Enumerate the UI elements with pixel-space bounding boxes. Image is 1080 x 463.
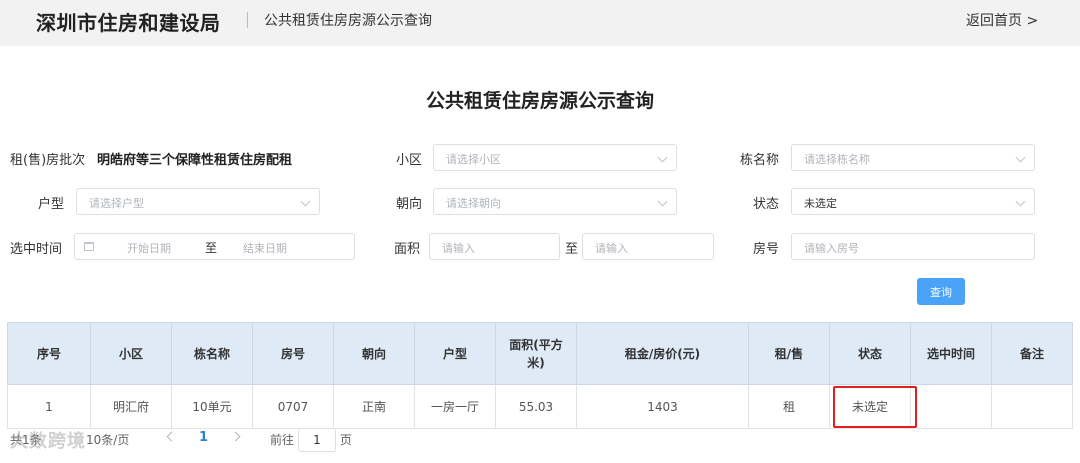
table-cell: 明汇府 — [90, 384, 172, 429]
community-label: 小区 — [396, 153, 423, 168]
column-header: 朝向 — [333, 322, 415, 385]
table-cell: 1403 — [576, 384, 749, 429]
room-no-placeholder: 请输入房号 — [804, 242, 859, 255]
header-divider — [247, 12, 248, 28]
query-button[interactable]: 查询 — [917, 278, 965, 305]
column-header: 备注 — [991, 322, 1073, 385]
table-cell: 55.03 — [495, 384, 577, 429]
table-cell: 租 — [748, 384, 830, 429]
area-max-placeholder: 请输入 — [595, 242, 628, 255]
column-header: 户型 — [414, 322, 496, 385]
orientation-select[interactable]: 请选择朝向 — [433, 188, 677, 215]
column-header: 序号 — [7, 322, 91, 385]
status-cell: 未选定 — [829, 384, 911, 429]
orientation-placeholder: 请选择朝向 — [446, 197, 501, 210]
chevron-left-icon[interactable] — [166, 431, 177, 442]
chevron-down-icon — [1015, 152, 1026, 163]
pagination-current-page[interactable]: 1 — [199, 430, 208, 445]
column-header: 租/售 — [748, 322, 830, 385]
chevron-down-icon — [657, 196, 668, 207]
area-max-input[interactable]: 请输入 — [582, 233, 714, 260]
room-no-label: 房号 — [753, 242, 780, 257]
top-bar: 深圳市住房和建设局 公共租赁住房房源公示查询 返回首页 > — [0, 0, 1080, 46]
column-header: 租金/房价(元) — [576, 322, 749, 385]
status-value: 未选定 — [804, 197, 837, 210]
table-cell: 0707 — [252, 384, 334, 429]
batch-label: 租(售)房批次 — [10, 153, 86, 168]
table-row: 1 明汇府 10单元 0707 正南 一房一厅 55.03 1403 租 未选定 — [7, 384, 1073, 429]
table-cell — [991, 384, 1073, 429]
pagination-goto-label: 前往 — [270, 433, 295, 447]
unit-type-label: 户型 — [38, 197, 65, 212]
header-subtitle: 公共租赁住房房源公示查询 — [264, 13, 432, 29]
building-select[interactable]: 请选择栋名称 — [791, 144, 1035, 171]
column-header: 房号 — [252, 322, 334, 385]
unit-type-select[interactable]: 请选择户型 — [76, 188, 320, 215]
table-cell: 一房一厅 — [414, 384, 496, 429]
area-separator: 至 — [565, 242, 579, 257]
watermark: 大数跨境 — [10, 431, 86, 452]
chevron-right-icon[interactable] — [230, 431, 241, 442]
building-placeholder: 请选择栋名称 — [804, 153, 870, 166]
select-time-label: 选中时间 — [10, 242, 63, 257]
area-min-placeholder: 请输入 — [442, 242, 475, 255]
room-no-input[interactable]: 请输入房号 — [791, 233, 1035, 260]
status-label: 状态 — [753, 197, 780, 212]
housing-table: 序号 小区 栋名称 房号 朝向 户型 面积(平方米) 租金/房价(元) 租/售 … — [7, 322, 1073, 429]
start-date-placeholder: 开始日期 — [127, 242, 171, 255]
column-header: 状态 — [829, 322, 911, 385]
community-placeholder: 请选择小区 — [446, 153, 501, 166]
page-title: 公共租赁住房房源公示查询 — [425, 90, 654, 112]
community-select[interactable]: 请选择小区 — [433, 144, 677, 171]
batch-value: 明皓府等三个保障性租赁住房配租 — [97, 153, 293, 168]
chevron-down-icon — [1015, 196, 1026, 207]
status-select[interactable]: 未选定 — [791, 188, 1035, 215]
table-cell — [910, 384, 992, 429]
calendar-icon — [84, 242, 94, 251]
column-header: 栋名称 — [171, 322, 253, 385]
building-label: 栋名称 — [740, 153, 780, 168]
end-date-placeholder: 结束日期 — [243, 242, 287, 255]
pagination-page-size[interactable]: 10条/页 — [86, 431, 129, 448]
column-header: 选中时间 — [910, 322, 992, 385]
chevron-down-icon — [657, 152, 668, 163]
pagination-page-suffix: 页 — [340, 433, 353, 447]
area-label: 面积 — [394, 242, 421, 257]
pagination-goto-input[interactable] — [298, 428, 336, 452]
unit-type-placeholder: 请选择户型 — [89, 197, 144, 210]
column-header: 面积(平方米) — [495, 322, 577, 385]
table-cell: 1 — [7, 384, 91, 429]
date-range-picker[interactable]: 开始日期 至 结束日期 — [74, 233, 355, 260]
back-home-link[interactable]: 返回首页 > — [966, 10, 1038, 30]
table-cell: 10单元 — [171, 384, 253, 429]
table-cell: 正南 — [333, 384, 415, 429]
site-brand: 深圳市住房和建设局 — [36, 11, 221, 35]
chevron-down-icon — [300, 196, 311, 207]
area-min-input[interactable]: 请输入 — [429, 233, 560, 260]
column-header: 小区 — [90, 322, 172, 385]
orientation-label: 朝向 — [396, 197, 423, 212]
table-header-row: 序号 小区 栋名称 房号 朝向 户型 面积(平方米) 租金/房价(元) 租/售 … — [7, 322, 1073, 385]
date-separator: 至 — [205, 241, 218, 255]
